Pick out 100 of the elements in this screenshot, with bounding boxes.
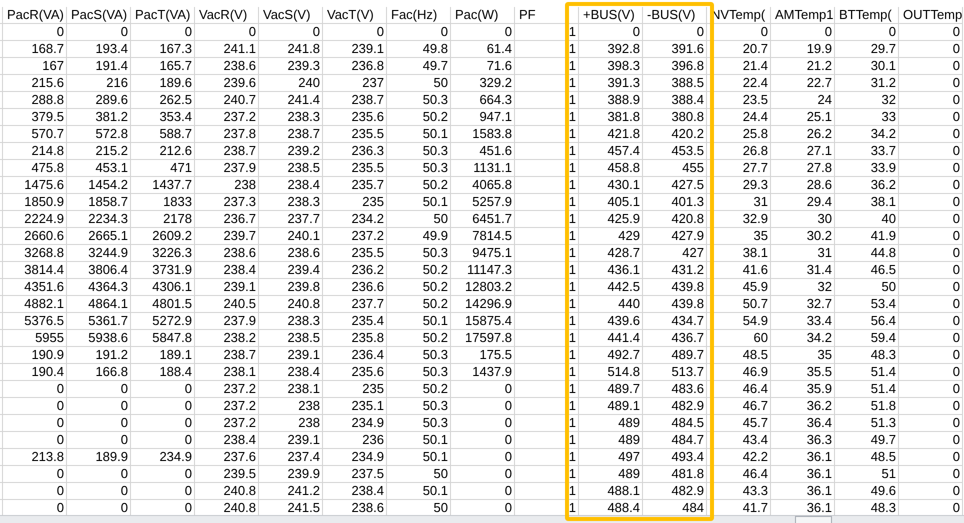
- table-cell: 427: [643, 245, 707, 262]
- table-cell: 167.3: [131, 41, 195, 58]
- table-cell: 0: [899, 330, 963, 347]
- table-cell: 49.6: [835, 483, 899, 500]
- table-cell: 21.2: [771, 58, 835, 75]
- table-cell: 213.8: [3, 449, 67, 466]
- table-cell: 50.2: [387, 262, 451, 279]
- table-cell: 0: [451, 415, 515, 432]
- table-cell: 238: [195, 177, 259, 194]
- table-cell: 4801.5: [131, 296, 195, 313]
- table-cell: 3244.9: [67, 245, 131, 262]
- table-cell: 235.6: [323, 364, 387, 381]
- table-cell: 241.4: [259, 92, 323, 109]
- table-cell: 60: [707, 330, 771, 347]
- table-cell: 391.6: [643, 41, 707, 58]
- table-cell: 481.8: [643, 466, 707, 483]
- table-cell: 1: [515, 194, 579, 211]
- table-cell: 50.2: [387, 296, 451, 313]
- table-cell: 49.7: [835, 432, 899, 449]
- table-cell: 237.9: [195, 160, 259, 177]
- table-cell: 428.7: [579, 245, 643, 262]
- table-cell: 401.3: [643, 194, 707, 211]
- table-cell: 1833: [131, 194, 195, 211]
- table-cell: 15875.4: [451, 313, 515, 330]
- table-cell: 30: [771, 211, 835, 228]
- table-cell: 388.4: [643, 92, 707, 109]
- table-cell: 48.5: [707, 347, 771, 364]
- table-cell: 235.1: [323, 398, 387, 415]
- table-cell: 492.7: [579, 347, 643, 364]
- table-cell: 237.2: [323, 228, 387, 245]
- table-cell: 483.6: [643, 381, 707, 398]
- table-cell: 0: [67, 466, 131, 483]
- table-cell: 235: [323, 194, 387, 211]
- table-cell: 22.4: [707, 75, 771, 92]
- table-cell: 0: [195, 24, 259, 41]
- column-header: PacT(VA): [131, 7, 195, 24]
- horizontal-scrollbar[interactable]: [0, 515, 964, 523]
- table-cell: 50.1: [387, 313, 451, 330]
- table-cell: 1850.9: [3, 194, 67, 211]
- table-cell: 50.2: [387, 109, 451, 126]
- table-cell: 236.6: [323, 279, 387, 296]
- table-cell: 50.2: [387, 279, 451, 296]
- table-cell: 431.2: [643, 262, 707, 279]
- table-cell: 0: [131, 24, 195, 41]
- table-cell: 379.5: [3, 109, 67, 126]
- table-cell: 35: [707, 228, 771, 245]
- table-cell: 489: [579, 432, 643, 449]
- table-cell: 0: [899, 92, 963, 109]
- table-cell: 30.2: [771, 228, 835, 245]
- table-cell: 239.9: [259, 466, 323, 483]
- table-cell: 482.9: [643, 398, 707, 415]
- table-cell: 56.4: [835, 313, 899, 330]
- column-header: BTTemp(: [835, 7, 899, 24]
- table-cell: 43.3: [707, 483, 771, 500]
- table-cell: 0: [3, 466, 67, 483]
- table-cell: 0: [131, 483, 195, 500]
- table-cell: 398.3: [579, 58, 643, 75]
- table-cell: 235.6: [323, 109, 387, 126]
- table-cell: 234.9: [323, 415, 387, 432]
- table-cell: 436.7: [643, 330, 707, 347]
- table-cell: 50.2: [387, 330, 451, 347]
- table-cell: 0: [899, 279, 963, 296]
- table-cell: 36.1: [771, 483, 835, 500]
- table-cell: 46.9: [707, 364, 771, 381]
- table-cell: 1475.6: [3, 177, 67, 194]
- table-cell: 1: [515, 75, 579, 92]
- table-cell: 238.6: [195, 58, 259, 75]
- table-cell: 45.9: [707, 279, 771, 296]
- table-cell: 0: [451, 432, 515, 449]
- table-cell: 238: [259, 398, 323, 415]
- table-cell: 1437.7: [131, 177, 195, 194]
- table-cell: 240.1: [259, 228, 323, 245]
- table-cell: 237.7: [323, 296, 387, 313]
- table-cell: 484.5: [643, 415, 707, 432]
- table-cell: 32: [835, 92, 899, 109]
- table-cell: 50: [387, 75, 451, 92]
- scrollbar-thumb[interactable]: [795, 516, 832, 523]
- table-cell: 484.7: [643, 432, 707, 449]
- table-cell: 23.5: [707, 92, 771, 109]
- table-cell: 434.7: [643, 313, 707, 330]
- table-cell: 238.1: [259, 381, 323, 398]
- table-cell: 239.6: [195, 75, 259, 92]
- table-cell: 188.4: [131, 364, 195, 381]
- table-cell: 50.1: [387, 194, 451, 211]
- table-cell: 189.1: [131, 347, 195, 364]
- table-cell: 235.5: [323, 160, 387, 177]
- table-cell: 489.7: [579, 381, 643, 398]
- table-cell: 1: [515, 381, 579, 398]
- table-cell: 238.7: [195, 347, 259, 364]
- table-cell: 0: [899, 75, 963, 92]
- table-cell: 212.6: [131, 143, 195, 160]
- table-cell: 27.1: [771, 143, 835, 160]
- table-cell: 1: [515, 415, 579, 432]
- table-cell: 238.2: [195, 330, 259, 347]
- table-cell: 4306.1: [131, 279, 195, 296]
- table-cell: 239.7: [195, 228, 259, 245]
- table-cell: 488.1: [579, 483, 643, 500]
- table-cell: 1: [515, 109, 579, 126]
- table-cell: 33.9: [835, 160, 899, 177]
- table-cell: 420.2: [643, 126, 707, 143]
